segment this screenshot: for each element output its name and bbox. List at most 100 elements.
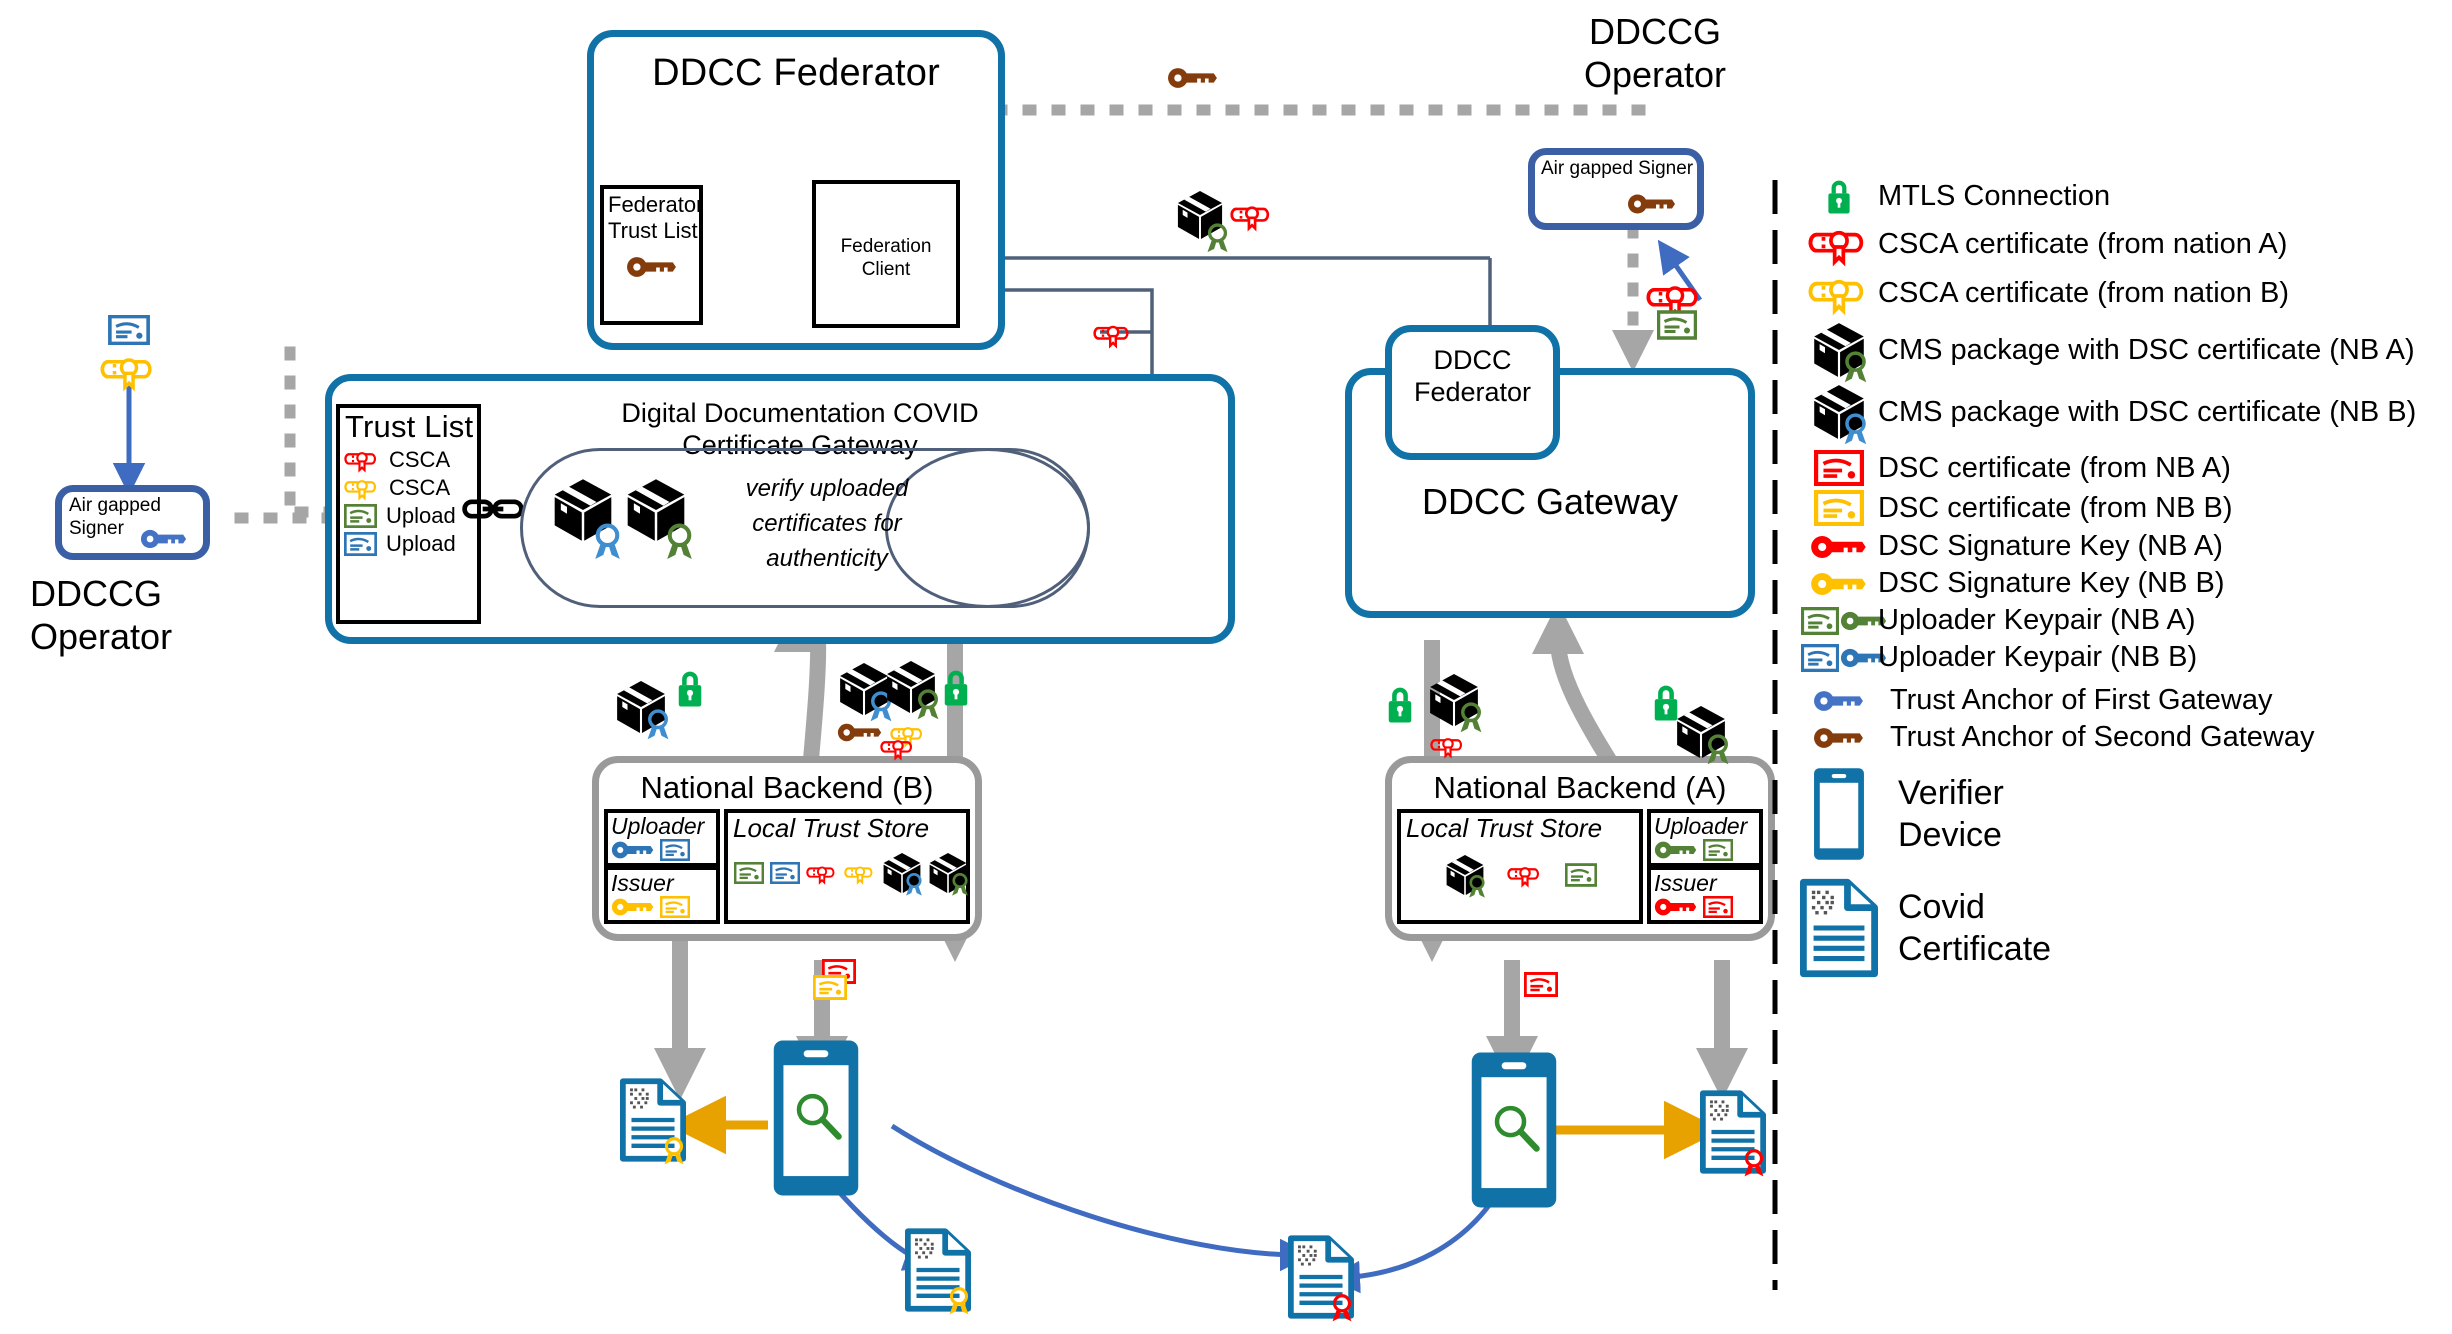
csca-yellow-icon: [1800, 271, 1878, 316]
air-gapped-signer-left-box: Air gapped Signer: [55, 485, 210, 560]
nb-a-local-trust-store-label: Local Trust Store: [1406, 813, 1603, 843]
upload-green-icon: [1565, 863, 1597, 887]
legend-item-covid-certificate: Covid Certificate: [1800, 876, 2440, 980]
nb-b-uploader-box: Uploader: [604, 809, 720, 867]
cms-green-icon: [1428, 673, 1484, 734]
nb-a-issuer-box: Issuer: [1647, 866, 1763, 924]
verifier-device-icon: [772, 1038, 860, 1203]
gateway-title-line1: Digital Documentation COVID: [621, 398, 979, 428]
legend-label: Verifier Device: [1898, 773, 2004, 855]
legend-label: CMS package with DSC certificate (NB B): [1878, 395, 2417, 428]
legend-item-dsc-a: DSC certificate (from NB A): [1800, 450, 2440, 486]
nested-federator-line1: DDCC: [1433, 345, 1512, 375]
cms-green-icon: [1445, 854, 1487, 899]
legend-label: Uploader Keypair (NB A): [1878, 604, 2196, 636]
operator-right-line1: DDCCG: [1589, 11, 1721, 52]
cms-green-icon: [928, 852, 970, 897]
air-gapped-signer-right-label: Air gapped Signer: [1541, 158, 1694, 179]
red-key-icon: [1800, 534, 1878, 560]
blue-key-icon: [140, 528, 188, 555]
csca-red-icon: [880, 735, 916, 766]
verify-note-line3: authenticity: [766, 544, 888, 572]
federation-client-label-line2: Client: [861, 258, 911, 280]
mtls-lock-icon: [1800, 175, 1878, 218]
cms-blue-icon: [882, 852, 924, 897]
cms-green-rosette-icon: [664, 522, 695, 566]
nb-b-uploader-label: Uploader: [611, 813, 705, 839]
federator-trust-list-box: Federator Trust List: [600, 185, 703, 325]
legend-item-cms-b: CMS package with DSC certificate (NB B): [1800, 382, 2440, 446]
verifier-device-icon: [1470, 1050, 1558, 1215]
legend-label: Trust Anchor of First Gateway: [1890, 684, 2273, 716]
nb-a-uploader-box: Uploader: [1647, 809, 1763, 867]
trust-list-row: CSCA: [344, 475, 477, 501]
verify-note-line1: verify uploaded: [745, 475, 909, 502]
trust-list-title: Trust List: [345, 409, 474, 444]
yellow-key-icon: [611, 897, 655, 917]
mtls-lock-icon: [1382, 682, 1418, 732]
cms-green-icon: [885, 660, 941, 721]
nb-b-local-trust-store-box: Local Trust Store: [724, 809, 970, 924]
covid-certificate-icon: [1700, 1090, 1766, 1179]
trust-list-row-label: Upload: [386, 531, 456, 556]
csca-red-icon: [806, 862, 838, 885]
dsc-red-icon: [1800, 450, 1878, 486]
ddcc-federator-title: DDCC Federator: [652, 52, 940, 94]
trust-list-row: Upload: [344, 503, 477, 529]
operator-left-line1: DDCCG: [30, 573, 162, 614]
trust-list-box: Trust List CSCA CSCA Upload Upload: [336, 404, 481, 624]
mtls-lock-icon: [938, 665, 974, 715]
covid-certificate-icon: [1288, 1235, 1354, 1324]
trust-list-row-label: CSCA: [389, 447, 451, 472]
legend-item-trust-anchor-second: Trust Anchor of Second Gateway: [1800, 721, 2440, 754]
csca-yellow-icon: [844, 862, 876, 885]
red-key-icon: [1654, 897, 1698, 917]
legend-label: CSCA certificate (from nation A): [1878, 228, 2288, 260]
legend-label: CSCA certificate (from nation B): [1878, 277, 2289, 309]
dsc-yellow-icon: [813, 975, 847, 1005]
ddccg-operator-left-label: DDCCG Operator: [30, 572, 250, 658]
federation-cms-green-rosette-icon: [1205, 222, 1230, 259]
brown-key-icon: [604, 255, 699, 279]
federation-csca-red-icon: [1230, 200, 1274, 237]
csca-yellow-icon: [344, 475, 380, 501]
legend-label: Uploader Keypair (NB B): [1878, 641, 2198, 673]
legend-item-verifier-device: Verifier Device: [1800, 766, 2440, 862]
legend-item-cms-a: CMS package with DSC certificate (NB A): [1800, 320, 2440, 384]
brown-key-icon: [1627, 193, 1677, 220]
csca-red-icon: [1800, 222, 1878, 267]
blue-key-icon: [611, 840, 655, 860]
dsc-yellow-icon: [1800, 490, 1878, 526]
trust-list-row: CSCA: [344, 447, 477, 473]
yellow-key-icon: [1800, 571, 1878, 597]
blue-key-icon: [1800, 689, 1878, 713]
legend-label: DSC Signature Key (NB B): [1878, 567, 2225, 599]
verify-note-line2: certificates for: [752, 509, 902, 537]
upload-blue-icon: [770, 862, 800, 884]
legend-item-dsc-b: DSC certificate (from NB B): [1800, 490, 2440, 526]
brown-key-icon: [837, 722, 883, 748]
csca-red-icon: [1430, 733, 1466, 764]
covid-certificate-icon: [620, 1078, 686, 1167]
operator-right-upload-green-icon: [1657, 310, 1697, 345]
diagram-canvas: DDCC Federator Federator Trust List Fede…: [0, 0, 2452, 1334]
nested-federator-line2: Federator: [1413, 376, 1532, 407]
legend-label: Covid Certificate: [1898, 887, 2052, 969]
upload-green-icon: [734, 862, 764, 884]
legend-item-csca-a: CSCA certificate (from nation A): [1800, 222, 2440, 267]
cms-blue-rosette-icon: [592, 522, 623, 566]
cms-green-icon: [1675, 705, 1731, 766]
legend-item-mtls: MTLS Connection: [1800, 175, 2440, 218]
nb-a-issuer-label: Issuer: [1654, 870, 1717, 896]
upload-green-icon: [1703, 839, 1733, 861]
mtls-lock-icon: [672, 666, 708, 716]
legend-label: DSC certificate (from NB A): [1878, 451, 2231, 484]
legend-item-uploader-keypair-b: Uploader Keypair (NB B): [1800, 641, 2440, 674]
national-backend-a-title: National Backend (A): [1433, 770, 1727, 805]
ddccg-operator-right-label: DDCCG Operator: [1530, 10, 1780, 96]
operator-right-line2: Operator: [1583, 54, 1727, 96]
legend-label: DSC certificate (from NB B): [1878, 491, 2233, 524]
uploader-keypair-b-icon: [1800, 643, 1888, 672]
cms-blue-icon: [615, 680, 671, 741]
trust-list-row-label: CSCA: [389, 475, 451, 500]
